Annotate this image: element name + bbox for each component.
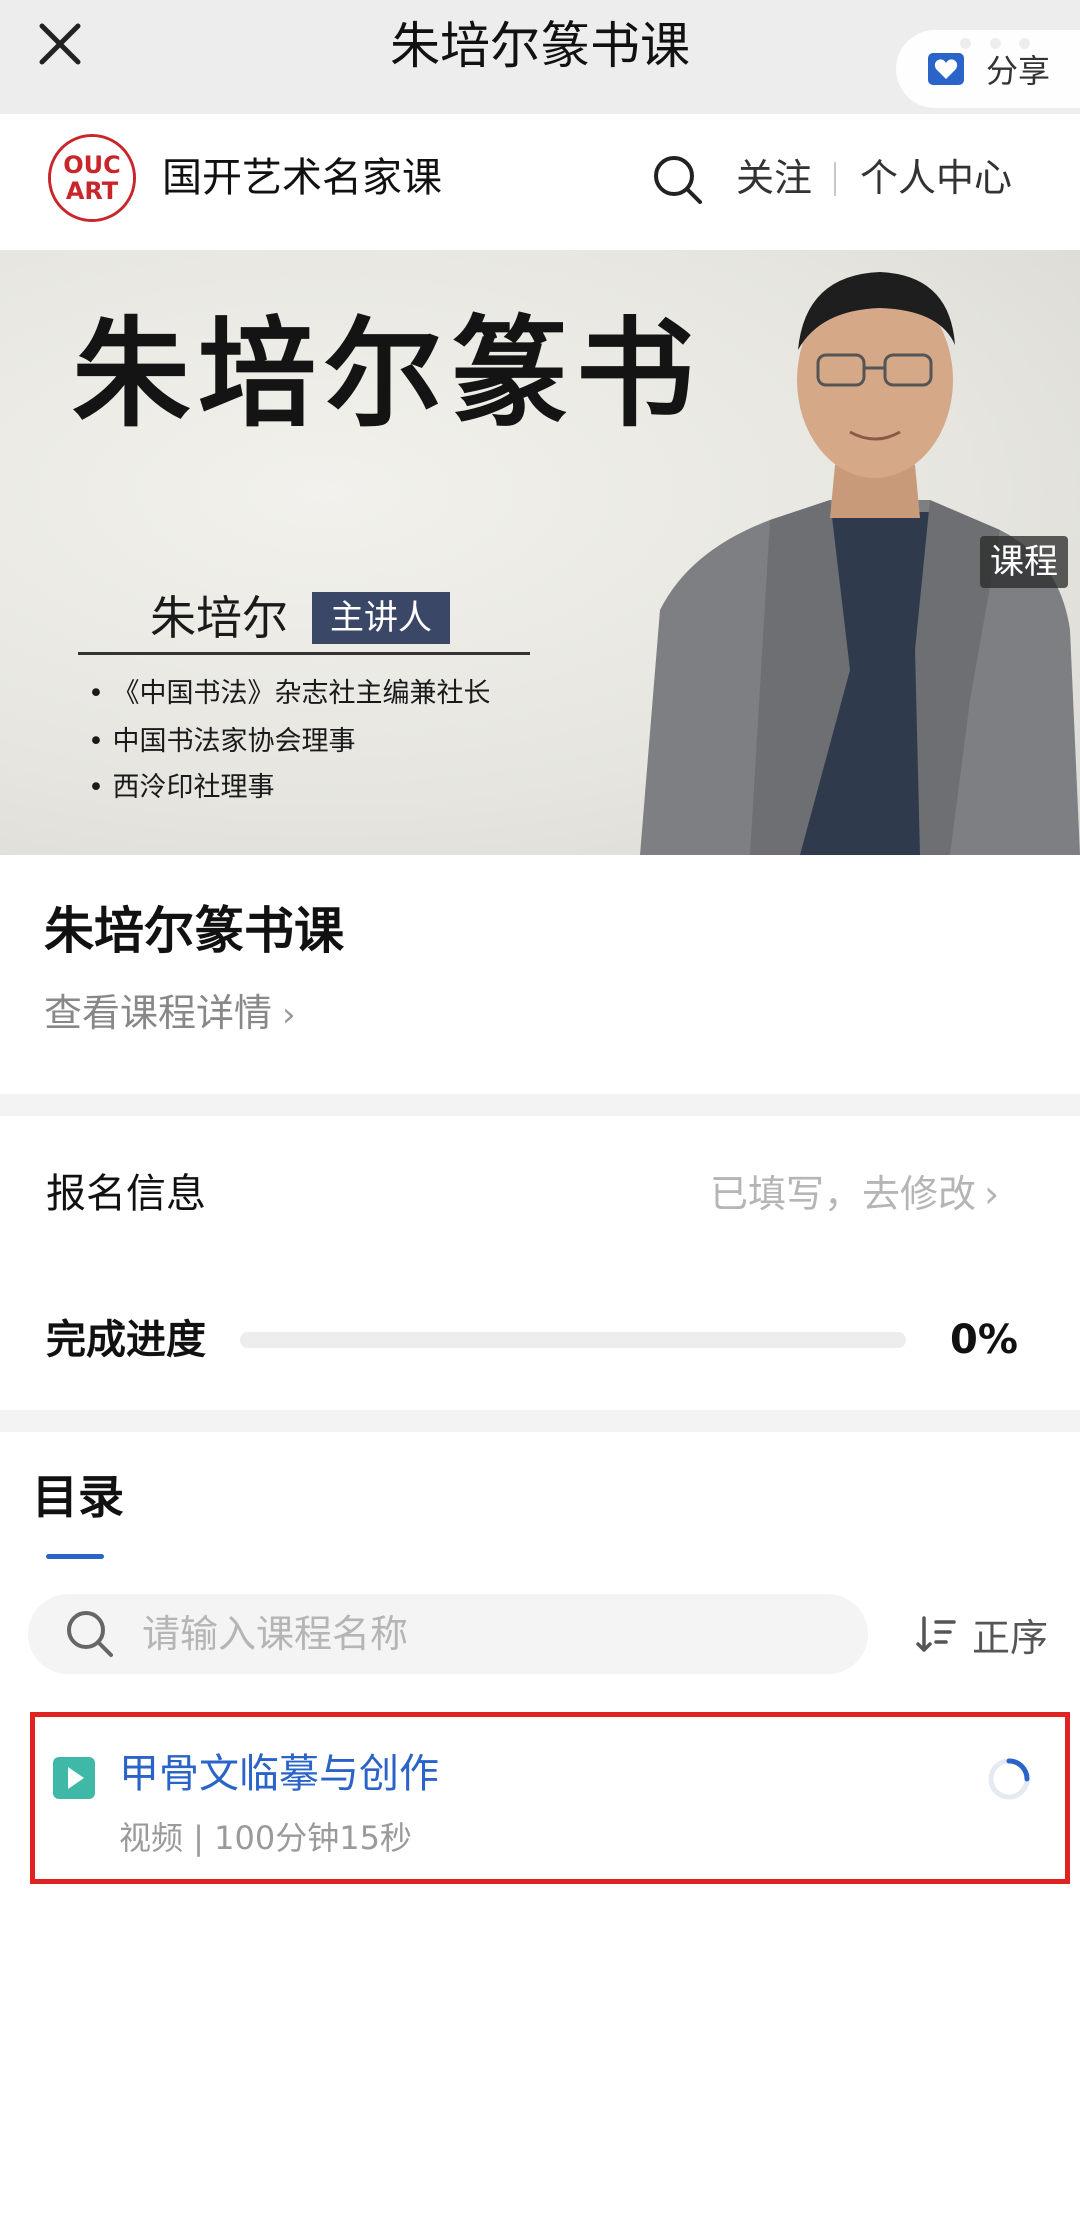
progress-label: 完成进度	[46, 1317, 206, 1363]
banner-divider	[78, 652, 530, 655]
course-detail-label: 查看课程详情	[44, 991, 273, 1035]
share-button[interactable]: 分享	[896, 30, 1080, 108]
brand-name: 国开艺术名家课	[162, 155, 442, 201]
catalog-search-input[interactable]	[140, 1611, 824, 1657]
course-type-badge: 课程	[980, 536, 1068, 588]
course-banner: 朱培尔篆书 朱培尔 主讲人 • 《中国书法》杂志社主编兼社长 • 中国书法家协会…	[0, 250, 1080, 855]
course-detail-link[interactable]: 查看课程详情 ›	[44, 986, 296, 1042]
share-icon	[928, 53, 964, 85]
divider	[834, 162, 836, 196]
svg-text:ART: ART	[66, 177, 119, 205]
search-icon	[67, 1611, 113, 1657]
section-divider	[0, 1410, 1080, 1432]
section-divider	[0, 1094, 1080, 1116]
chevron-right-icon: ›	[282, 995, 296, 1035]
lesson-item[interactable]: 甲骨文临摹与创作 视频 | 100分钟15秒	[30, 1712, 1070, 1884]
role-badge: 主讲人	[312, 592, 450, 644]
credential-line: • 《中国书法》杂志社主编兼社长	[88, 678, 491, 709]
course-title: 朱培尔篆书课	[44, 902, 344, 960]
chevron-right-icon: ›	[984, 1172, 1000, 1216]
registration-edit-link[interactable]: 已填写，去修改 ›	[710, 1166, 999, 1222]
follow-button[interactable]: 关注	[736, 150, 812, 206]
progress-bar	[240, 1332, 906, 1348]
catalog-search[interactable]	[28, 1594, 868, 1674]
svg-text:OUC: OUC	[63, 151, 121, 179]
sort-icon	[916, 1616, 956, 1652]
progress-ring-icon	[988, 1758, 1030, 1800]
video-play-icon	[53, 1757, 95, 1799]
sort-label: 正序	[972, 1615, 1049, 1660]
credential-line: • 中国书法家协会理事	[88, 726, 356, 757]
sort-button[interactable]: 正序	[914, 1604, 1048, 1664]
lecturer-name: 朱培尔	[150, 591, 288, 645]
tab-active-indicator	[46, 1554, 104, 1559]
registration-label: 报名信息	[46, 1171, 206, 1217]
lesson-title: 甲骨文临摹与创作	[119, 1751, 439, 1797]
tab-catalog[interactable]: 目录	[32, 1464, 124, 1530]
share-label: 分享	[986, 52, 1051, 90]
brand-logo: OUC ART	[48, 134, 136, 222]
credential-line: • 西泠印社理事	[88, 772, 275, 803]
registration-action-label: 已填写，去修改	[710, 1172, 977, 1216]
lesson-meta: 视频 | 100分钟15秒	[119, 1819, 412, 1857]
progress-value: 0%	[950, 1317, 1018, 1363]
personal-center-link[interactable]: 个人中心	[860, 150, 1012, 206]
search-icon[interactable]	[650, 152, 706, 208]
